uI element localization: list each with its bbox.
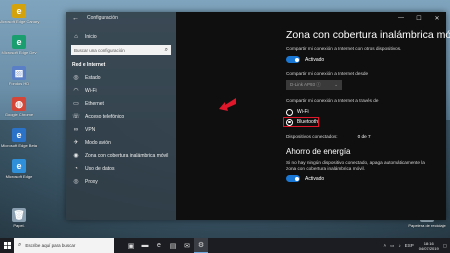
sidebar-nav-list: ◎ Estado ◠ Wi-Fi ▭ Ethernet ☏ Acceso telefónico… — [66, 71, 176, 188]
share-toggle-label: Activado — [305, 56, 325, 63]
system-tray: ˄ ▭ ♪ ESP 18:16 04/07/2019 ▢ — [380, 238, 450, 253]
share-from-label: Compartir mi conexión a Internet desde — [286, 71, 369, 76]
sidebar-item[interactable]: ◉ Zona con cobertura inalámbrica móvil — [66, 149, 176, 162]
sidebar-item[interactable]: ◠ Wi-Fi — [66, 84, 176, 97]
edge-icon: e — [12, 159, 26, 173]
red-arrow-annotation — [219, 98, 236, 111]
taskbar-search-input[interactable]: ⌕ Escribe aquí para buscar — [14, 238, 114, 253]
back-arrow-icon[interactable]: ← — [72, 15, 79, 22]
page-title: Zona con cobertura inalámbrica móvil — [286, 29, 450, 41]
share-from-dropdown[interactable]: D-Link AP93 ⓘ ⌄ — [286, 80, 342, 90]
chevron-up-icon[interactable]: ˄ — [384, 243, 387, 248]
chevron-down-icon: ⌄ — [334, 82, 338, 87]
sidebar-section-title: Red e Internet — [72, 62, 106, 68]
search-icon: ⌕ — [18, 242, 22, 248]
globe-icon: ◎ — [73, 75, 79, 81]
taskbar-apps: ▣ ▬ e ▤ ✉ ⚙ — [124, 238, 208, 253]
image-icon: ▨ — [12, 66, 26, 80]
desktop-icon[interactable]: e Microsoft Edge Dev — [2, 35, 36, 55]
window-titlebar: ← Configuración — [66, 12, 176, 24]
sidebar-item[interactable]: ◎ Proxy — [66, 175, 176, 188]
task-view-icon[interactable]: ▣ — [124, 238, 138, 253]
sidebar-item[interactable]: ◔ Uso de datos — [66, 162, 176, 175]
radio-button[interactable] — [286, 108, 293, 116]
power-saving-desc-line2: zona con cobertura inalámbrica móvil. — [286, 166, 365, 171]
dialup-icon: ☏ — [72, 114, 80, 120]
store-icon[interactable]: ▤ — [166, 238, 180, 253]
data-usage-icon: ◔ — [74, 165, 78, 172]
search-icon: ⌕ — [164, 46, 168, 53]
share-toggle[interactable] — [286, 56, 300, 63]
edge-icon[interactable]: e — [152, 238, 166, 253]
clock[interactable]: 18:16 04/07/2019 — [419, 241, 439, 251]
desktop-icon[interactable]: e Microsoft Edge Beta — [1, 128, 37, 148]
desktop-icon[interactable]: ◍ Google Chrome — [4, 97, 34, 117]
recycle-bin-icon: 🗑 — [12, 208, 26, 222]
desktop-icon[interactable]: ▨ Fondos HD — [4, 66, 34, 86]
sidebar-item[interactable]: ▭ Ethernet — [66, 97, 176, 110]
network-icon[interactable]: ▭ — [390, 243, 394, 249]
edge-canary-icon: e — [12, 4, 26, 18]
radio-bluetooth[interactable]: Bluetooth — [283, 117, 319, 127]
settings-icon[interactable]: ⚙ — [194, 238, 208, 253]
airplane-icon: ✈ — [73, 140, 79, 146]
settings-content: — ☐ ✕ Zona con cobertura inalámbrica móv… — [176, 12, 450, 220]
power-saving-toggle[interactable] — [286, 175, 300, 182]
home-icon: ⌂ — [74, 33, 78, 40]
hotspot-icon: ◉ — [73, 153, 79, 159]
taskbar: ⌕ Escribe aquí para buscar ▣ ▬ e ▤ ✉ ⚙ ˄ ▭ ♪ … — [0, 238, 450, 253]
radio-wifi[interactable]: Wi-Fi — [286, 107, 446, 117]
desktop-icon[interactable]: e Microsoft Edge — [4, 159, 34, 179]
windows-logo-icon — [3, 242, 11, 249]
explorer-icon[interactable]: ▬ — [138, 238, 152, 253]
share-description: Compartir mi conexión a Internet con otr… — [286, 46, 402, 51]
share-via-label: Compartir mi conexión a Internet a travé… — [286, 98, 379, 103]
wifi-icon: ◠ — [73, 88, 79, 94]
edge-beta-icon: e — [12, 128, 26, 142]
start-button[interactable] — [0, 238, 14, 253]
notifications-icon[interactable]: ▢ — [443, 243, 447, 249]
edge-dev-icon: e — [12, 35, 26, 49]
settings-sidebar: ← Configuración ⌂ Inicio Buscar una conf… — [66, 12, 176, 220]
settings-search-input[interactable]: Buscar una configuración ⌕ — [71, 45, 171, 55]
settings-window: ← Configuración ⌂ Inicio Buscar una conf… — [66, 12, 450, 220]
sidebar-item-home[interactable]: ⌂ Inicio — [66, 30, 176, 43]
app-title: Configuración — [87, 15, 118, 21]
sidebar-item[interactable]: ✈ Modo avión — [66, 136, 176, 149]
power-saving-title: Ahorro de energía — [286, 147, 351, 156]
globe-icon: ◎ — [73, 179, 79, 185]
desktop-icon[interactable]: e Microsoft Edge Canary — [0, 4, 39, 24]
vpn-icon: ∞ — [73, 126, 79, 133]
sidebar-item[interactable]: ◎ Estado — [66, 71, 176, 84]
volume-icon[interactable]: ♪ — [398, 243, 400, 248]
radio-button-selected[interactable] — [286, 118, 293, 126]
sidebar-item[interactable]: ∞ VPN — [66, 123, 176, 136]
chrome-icon: ◍ — [12, 97, 26, 111]
power-saving-toggle-label: Activado — [305, 175, 325, 182]
desktop-icon[interactable]: 🗑 Papel. — [4, 208, 34, 228]
mail-icon[interactable]: ✉ — [180, 238, 194, 253]
language-indicator[interactable]: ESP — [405, 243, 414, 248]
ethernet-icon: ▭ — [73, 101, 79, 107]
connected-devices: Dispositivos conectados: 0 de 7 — [286, 134, 371, 139]
sidebar-item[interactable]: ☏ Acceso telefónico — [66, 110, 176, 123]
